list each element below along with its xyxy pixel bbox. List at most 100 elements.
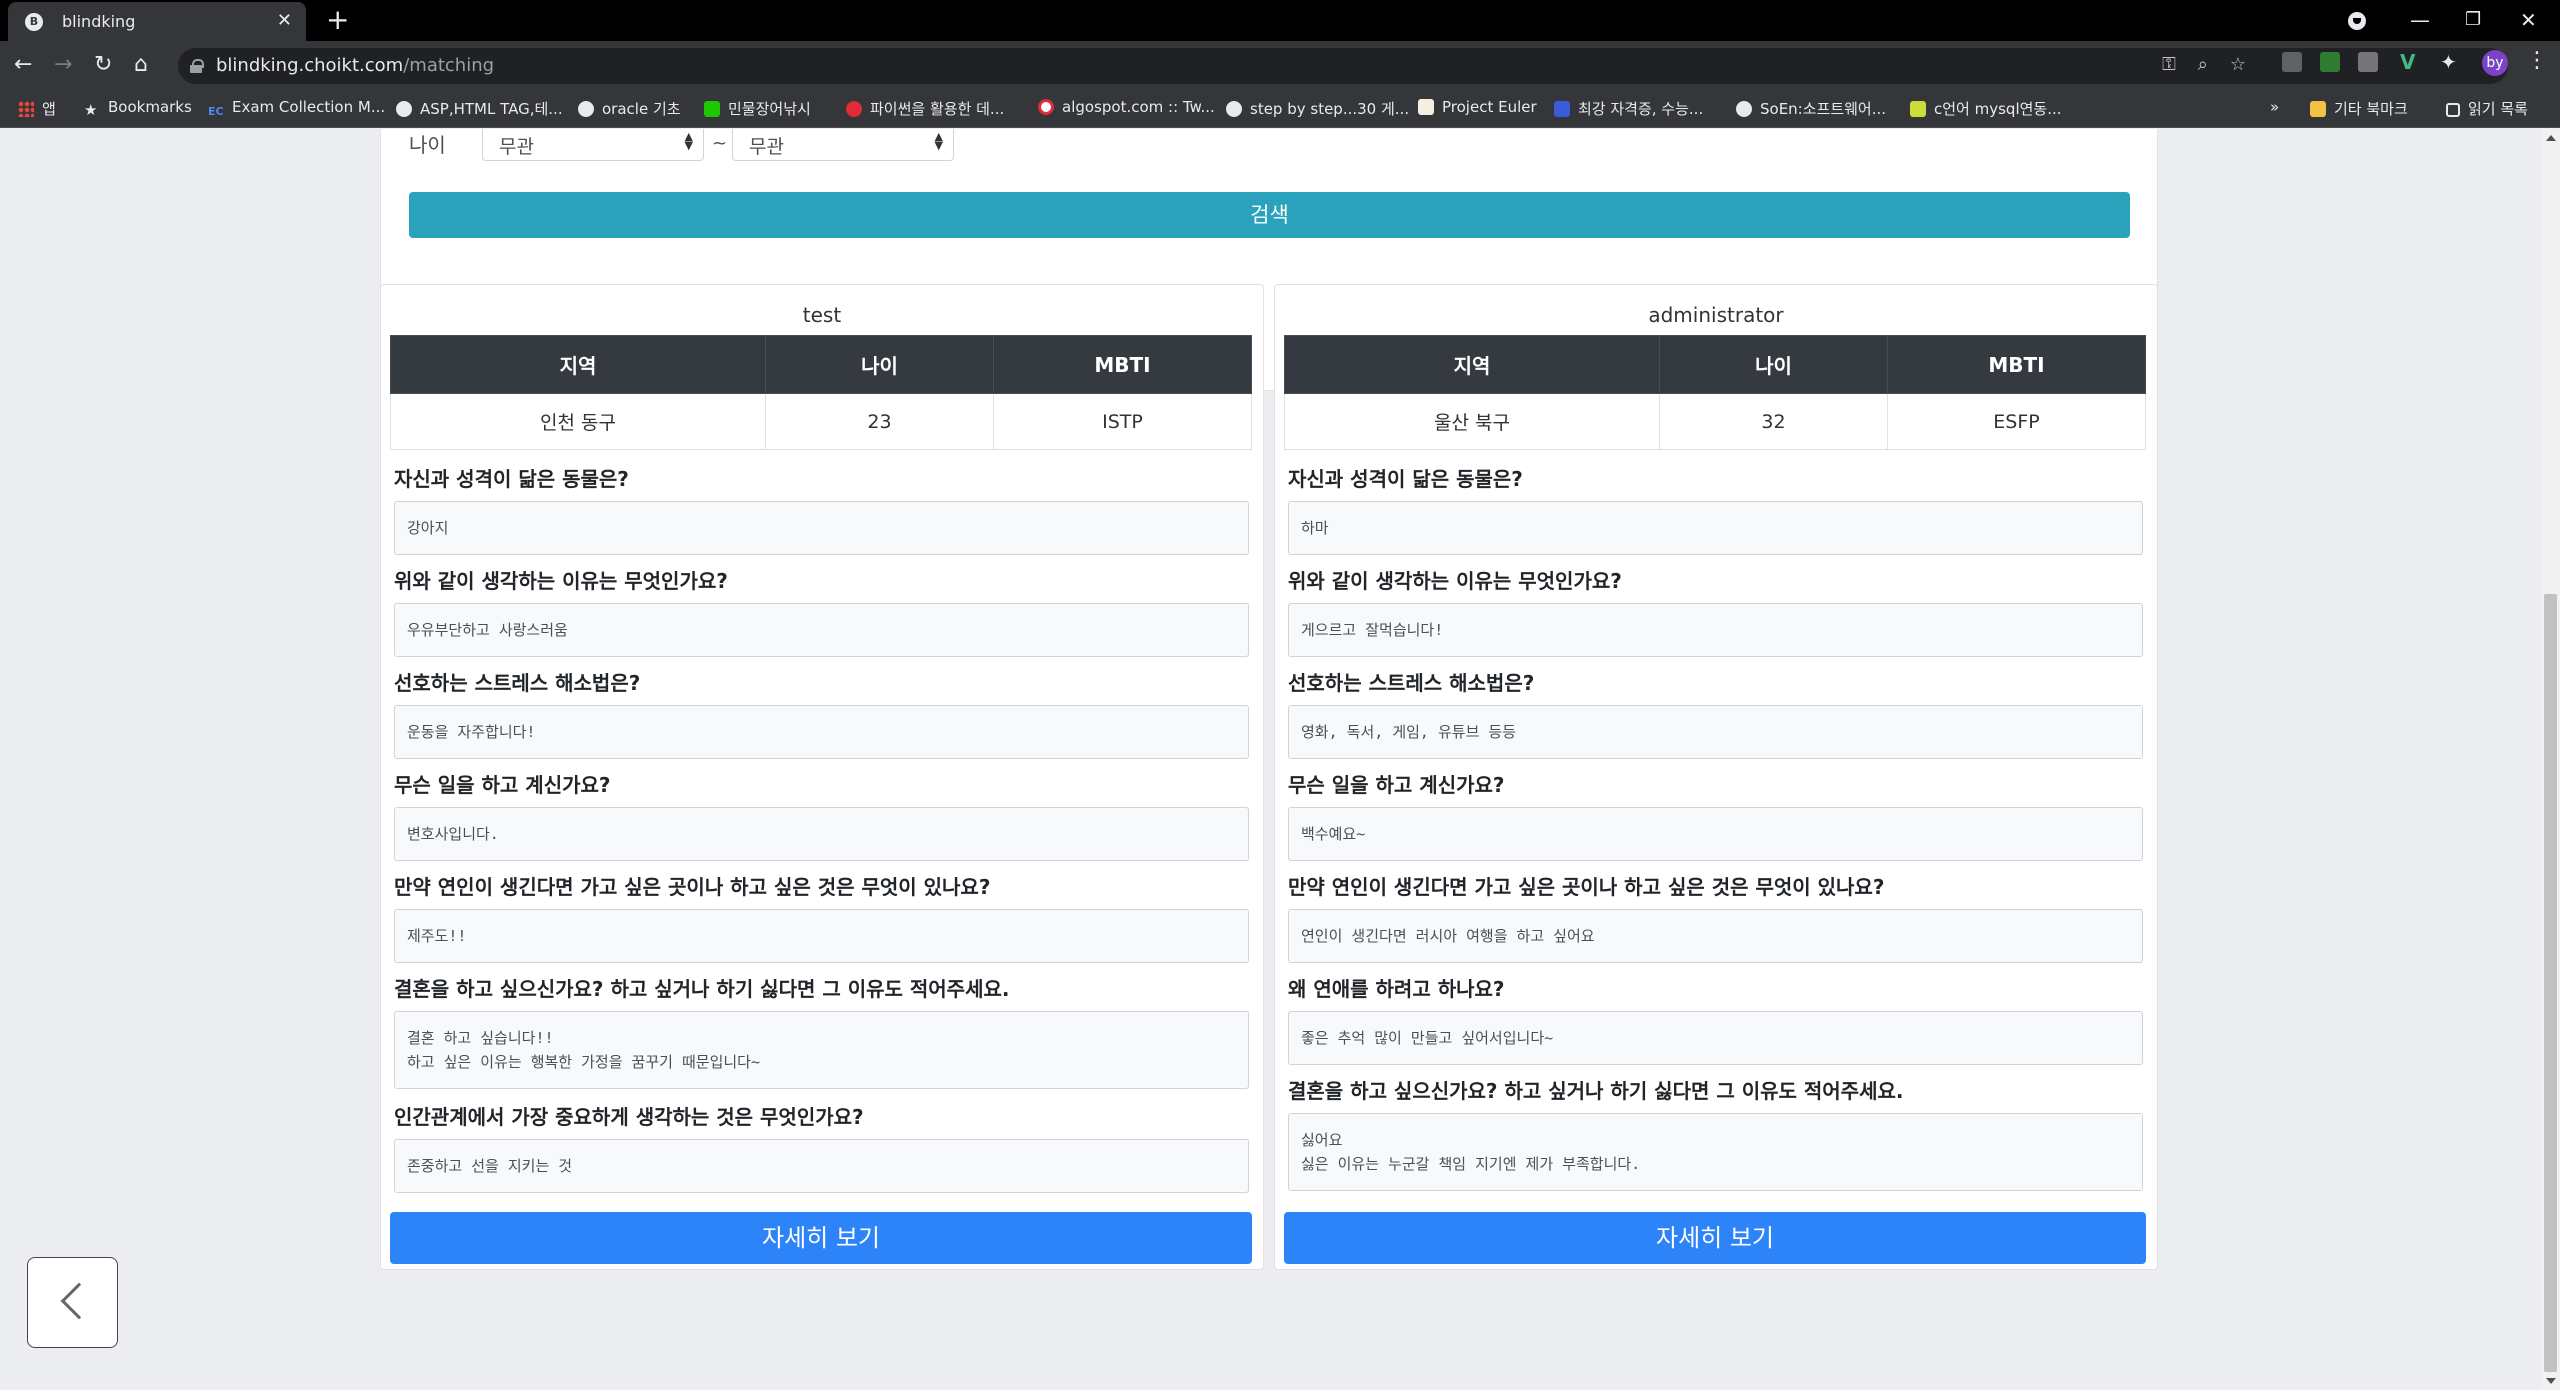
cell-mbti: ISTP [993,393,1252,450]
answer-box: 좋은 추억 많이 만들고 싶어서입니다~ [1288,1011,2143,1065]
page-scrollbar[interactable] [2541,129,2560,1390]
page-back-button[interactable] [27,1257,118,1348]
bookmark-label: 파이썬을 활용한 데... [870,100,1005,118]
age-range-separator: ~ [712,133,728,154]
bookmarks-overflow[interactable]: » [2270,98,2279,116]
zoom-icon[interactable]: ⌕ [2198,54,2208,75]
reading-list-icon [2446,103,2460,117]
profile-avatar[interactable]: by [2482,50,2508,76]
puzzle-extensions-icon[interactable]: ✦ [2440,52,2460,72]
ec-favicon-icon: EC [208,105,224,118]
header-region: 지역 [1284,335,1660,394]
bookmark-item[interactable]: 민물장어낚시 [704,98,811,119]
age-filter-label: 나이 [409,133,446,157]
restore-icon[interactable]: ❐ [2465,5,2481,35]
bookmark-item[interactable]: oracle 기초 [578,98,681,119]
lock-icon [190,59,204,73]
profile-name: test [802,303,842,327]
qa-item: 왜 연애를 하려고 하나요? 좋은 추억 많이 만들고 싶어서입니다~ [1288,973,2143,1065]
extension-icon-2[interactable] [2320,52,2340,72]
chevron-left-icon [60,1282,98,1320]
bookmark-item[interactable]: SoEn:소프트웨어... [1736,98,1886,119]
vue-devtools-icon[interactable]: V [2400,52,2420,72]
minimize-icon[interactable]: — [2410,5,2430,35]
question-label: 결혼을 하고 싶으신가요? 하고 싶거나 하기 싫다면 그 이유도 적어주세요. [1288,1079,1904,1103]
qa-item: 인간관계에서 가장 중요하게 생각하는 것은 무엇인가요? 존중하고 선을 지키… [394,1101,1249,1193]
age-max-select[interactable]: 무관 ▲ ▼ [732,129,954,161]
bookmark-item[interactable]: EC Exam Collection M... [208,98,385,121]
back-arrow-icon[interactable]: ← [14,50,32,80]
answer-box: 백수예요~ [1288,807,2143,861]
bookmark-apps[interactable]: 앱 [18,98,56,119]
search-button[interactable]: 검색 [409,192,2130,238]
bookmarks-bar: 앱 ★ Bookmarks EC Exam Collection M... ASP,… [0,90,2560,128]
qa-item: 선호하는 스트레스 해소법은? 영화, 독서, 게임, 유튜브 등등 [1288,667,2143,759]
reading-list[interactable]: 읽기 목록 [2446,98,2528,119]
bookmark-label: 기타 북마크 [2334,100,2408,118]
bookmark-item[interactable]: ★ Bookmarks [84,98,192,119]
kebab-menu-icon[interactable]: ⋮ [2526,48,2548,73]
bookmark-item[interactable]: c언어 mysql연동... [1910,98,2062,119]
header-mbti: MBTI [993,335,1252,394]
age-max-value: 무관 [749,136,784,158]
close-tab-icon[interactable]: ✕ [277,11,292,31]
new-tab-icon[interactable]: + [326,5,349,35]
home-icon[interactable]: ⌂ [134,50,148,80]
tab-title: blindking [62,12,136,31]
url-text: blindking.choikt.com/matching [216,55,494,76]
globe-favicon-icon [1736,101,1752,117]
bookmark-label: oracle 기초 [602,100,681,118]
select-caret-icon: ▲ ▼ [684,130,693,152]
view-details-button[interactable]: 자세히 보기 [1284,1212,2146,1264]
qa-item: 만약 연인이 생긴다면 가고 싶은 곳이나 하고 싶은 것은 무엇이 있나요? … [1288,871,2143,963]
question-label: 결혼을 하고 싶으신가요? 하고 싶거나 하기 싫다면 그 이유도 적어주세요. [394,977,1010,1001]
header-mbti: MBTI [1887,335,2146,394]
bookmark-label: 읽기 목록 [2468,100,2528,118]
extension-icon-1[interactable] [2282,52,2302,72]
scroll-up-arrow-icon[interactable] [2546,135,2556,141]
question-label: 왜 연애를 하려고 하나요? [1288,977,1505,1001]
age-min-select[interactable]: 무관 ▲ ▼ [482,129,704,161]
window-close-icon[interactable]: ✕ [2520,5,2537,35]
profile-card-administrator: administrator 지역 나이 MBTI 울산 북구 32 ESFP 자… [1274,284,2158,1270]
bookmark-item[interactable]: step by step...30 게... [1226,98,1409,119]
cell-age: 32 [1659,393,1888,450]
view-details-button[interactable]: 자세히 보기 [390,1212,1252,1264]
question-label: 위와 같이 생각하는 이유는 무엇인가요? [394,569,728,593]
red-favicon-icon [846,101,862,117]
profile-name: administrator [1648,303,1784,327]
cell-region: 인천 동구 [390,393,766,450]
bookmark-item[interactable]: 파이썬을 활용한 데... [846,98,1004,119]
incognito-profile-icon[interactable] [2348,12,2366,30]
bookmark-item[interactable]: ASP,HTML TAG,테... [396,98,563,119]
bookmark-label: 앱 [42,100,56,118]
bookmark-label: Exam Collection M... [232,98,386,116]
other-bookmarks[interactable]: 기타 북마크 [2310,98,2408,119]
bookmark-label: step by step...30 게... [1250,100,1410,118]
address-bar[interactable]: blindking.choikt.com/matching ⚿ ⌕ ☆ [178,48,2508,84]
bookmark-label: ASP,HTML TAG,테... [420,100,563,118]
question-label: 무슨 일을 하고 계신가요? [1288,773,1505,797]
apps-grid-icon [18,101,34,117]
bookmark-item[interactable]: Project Euler [1418,98,1537,116]
browser-tab[interactable]: B blindking ✕ [8,2,306,41]
question-label: 만약 연인이 생긴다면 가고 싶은 곳이나 하고 싶은 것은 무엇이 있나요? [394,875,991,899]
scroll-down-arrow-icon[interactable] [2546,1378,2556,1384]
cell-mbti: ESFP [1887,393,2146,450]
qa-item: 결혼을 하고 싶으신가요? 하고 싶거나 하기 싫다면 그 이유도 적어주세요.… [394,973,1249,1089]
forward-arrow-icon[interactable]: → [54,50,72,80]
bookmark-item[interactable]: algospot.com :: Tw... [1038,98,1215,116]
answer-box: 강아지 [394,501,1249,555]
bookmark-item[interactable]: 최강 자격증, 수능... [1554,98,1703,119]
globe-favicon-icon [396,101,412,117]
answer-box: 결혼 하고 싶습니다!! 하고 싶은 이유는 행복한 가정을 꿈꾸기 때문입니다… [394,1011,1249,1089]
qa-item: 위와 같이 생각하는 이유는 무엇인가요? 우유부단하고 사랑스러움 [394,565,1249,657]
scrollbar-thumb[interactable] [2544,594,2557,1372]
extension-icon-3[interactable] [2358,52,2378,72]
reload-icon[interactable]: ↻ [94,50,112,80]
browser-toolbar: ← → ↻ ⌂ blindking.choikt.com/matching ⚿ ⌕… [0,41,2560,90]
star-icon[interactable]: ☆ [2230,54,2246,75]
key-icon[interactable]: ⚿ [2162,54,2176,75]
globe-favicon-icon [578,101,594,117]
table-row: 울산 북구 32 ESFP [1284,393,2146,450]
